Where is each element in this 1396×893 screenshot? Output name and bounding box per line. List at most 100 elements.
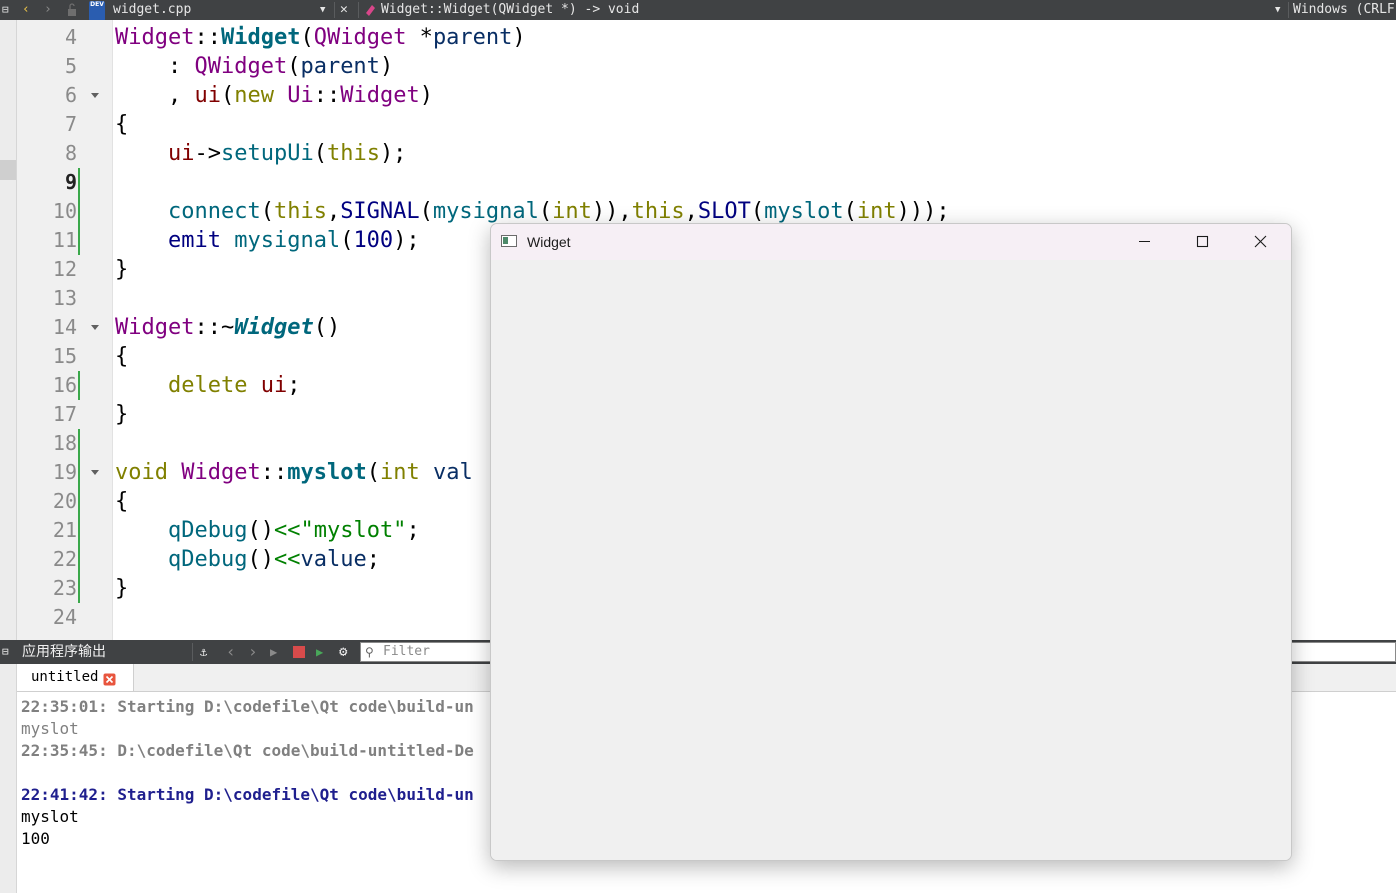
code-token: ( (260, 199, 274, 224)
code-token: Ui (287, 83, 314, 108)
code-token: emit (167, 228, 221, 253)
code-token: ) (512, 25, 526, 50)
code-token: ( (538, 199, 553, 224)
run-icon[interactable]: ▶ (270, 640, 277, 664)
code-token: Widget (234, 315, 314, 340)
code-token: this (631, 199, 685, 224)
code-token: : (115, 54, 195, 79)
code-token: } (115, 257, 129, 282)
change-marker (78, 371, 80, 400)
line-number: 24 (52, 605, 77, 629)
next-icon[interactable]: › (248, 640, 258, 664)
code-token: , (326, 199, 341, 224)
window-title: Widget (527, 234, 571, 250)
code-token: :: (313, 83, 341, 108)
close-window-button[interactable] (1231, 224, 1289, 260)
line-number: 8 (64, 141, 77, 165)
code-line: Widget::Widget(QWidget *parent) (115, 23, 526, 52)
code-token: myslot (287, 460, 367, 485)
minimize-button[interactable] (1115, 224, 1173, 260)
code-token: mysignal (432, 199, 539, 224)
function-scope-dropdown[interactable]: Widget::Widget(QWidget *) -> void (381, 0, 639, 20)
fold-toggle-icon[interactable] (91, 470, 99, 475)
file-dropdown-arrow-icon[interactable]: ▼ (320, 0, 325, 20)
previous-icon[interactable]: ‹ (226, 640, 236, 664)
code-token: ( (750, 199, 765, 224)
line-endings-selector[interactable]: Windows (CRLF) (1293, 0, 1396, 20)
forward-arrow-icon[interactable]: › (44, 0, 52, 20)
line-number: 16 (52, 373, 77, 397)
widget-window[interactable]: Widget (490, 223, 1292, 861)
change-marker (78, 429, 80, 603)
line-number: 4 (64, 25, 77, 49)
output-left-strip (0, 664, 17, 893)
code-token: ( (300, 25, 314, 50)
run-debug-icon[interactable]: ▶ (316, 640, 323, 664)
code-token: ( (419, 199, 433, 224)
code-token: myslot (764, 199, 844, 224)
close-file-icon[interactable]: ✕ (340, 0, 348, 20)
output-line: myslot (21, 719, 79, 738)
window-client-area[interactable] (491, 260, 1291, 860)
code-token: Widget (181, 460, 261, 485)
split-icon[interactable]: ⊟ (2, 640, 9, 664)
code-token: ui (167, 141, 195, 166)
file-name-dropdown[interactable]: widget.cpp (113, 0, 191, 20)
filter-placeholder: Filter (383, 644, 430, 659)
output-pane-title: 应用程序输出 (22, 644, 106, 660)
maximize-button[interactable] (1173, 224, 1231, 260)
code-line: delete ui; (115, 371, 300, 400)
code-line: : QWidget(parent) (115, 52, 393, 81)
code-token: ( (340, 228, 354, 253)
window-title-bar[interactable]: Widget (491, 224, 1291, 260)
code-line: ui->setupUi(this); (115, 139, 406, 168)
code-token: "myslot" (300, 518, 407, 543)
line-number: 10 (52, 199, 77, 223)
code-token: parent (432, 25, 513, 50)
line-number: 22 (52, 547, 77, 571)
split-icon[interactable]: ⊟ (2, 0, 9, 20)
settings-gear-icon[interactable]: ⚙ (339, 640, 347, 664)
code-line: qDebug()<<value; (115, 545, 380, 574)
output-tab-untitled[interactable]: untitled (17, 664, 134, 691)
code-token: SIGNAL (340, 199, 420, 224)
code-token: connect (167, 199, 261, 224)
code-token: ))); (896, 199, 950, 224)
lock-icon[interactable] (66, 0, 78, 20)
editor-left-strip (0, 20, 17, 640)
line-number: 23 (52, 576, 77, 600)
fold-toggle-icon[interactable] (91, 93, 99, 98)
code-token: int (379, 460, 420, 485)
code-token: this (326, 141, 380, 166)
code-line: qDebug()<<"myslot"; (115, 516, 420, 545)
scope-dropdown-arrow-icon[interactable]: ▼ (1275, 0, 1280, 20)
stop-icon[interactable] (293, 640, 305, 664)
attach-icon[interactable]: ⚓ (200, 640, 207, 664)
code-token: ( (313, 141, 327, 166)
code-token: -> (194, 141, 221, 166)
code-token: Widget (115, 315, 195, 340)
line-number: 5 (64, 54, 77, 78)
code-token: ) (419, 83, 433, 108)
code-line: } (115, 255, 128, 284)
fold-toggle-icon[interactable] (91, 325, 99, 330)
search-icon: ⚲ (365, 645, 374, 659)
line-number: 21 (52, 518, 77, 542)
code-token: , (115, 83, 195, 108)
code-line: connect(this,SIGNAL(mysignal(int)),this,… (115, 197, 950, 226)
code-token: delete (167, 373, 248, 398)
code-token: QWidget (313, 25, 407, 50)
close-tab-icon[interactable] (103, 671, 116, 686)
code-token: ui (194, 83, 221, 108)
code-token: int (552, 199, 592, 224)
code-token: :: (194, 25, 221, 50)
code-token: ui (260, 373, 288, 398)
code-token: value (300, 547, 367, 572)
back-arrow-icon[interactable]: ‹ (22, 0, 30, 20)
code-token: Widget (220, 25, 301, 50)
code-token: this (273, 199, 327, 224)
